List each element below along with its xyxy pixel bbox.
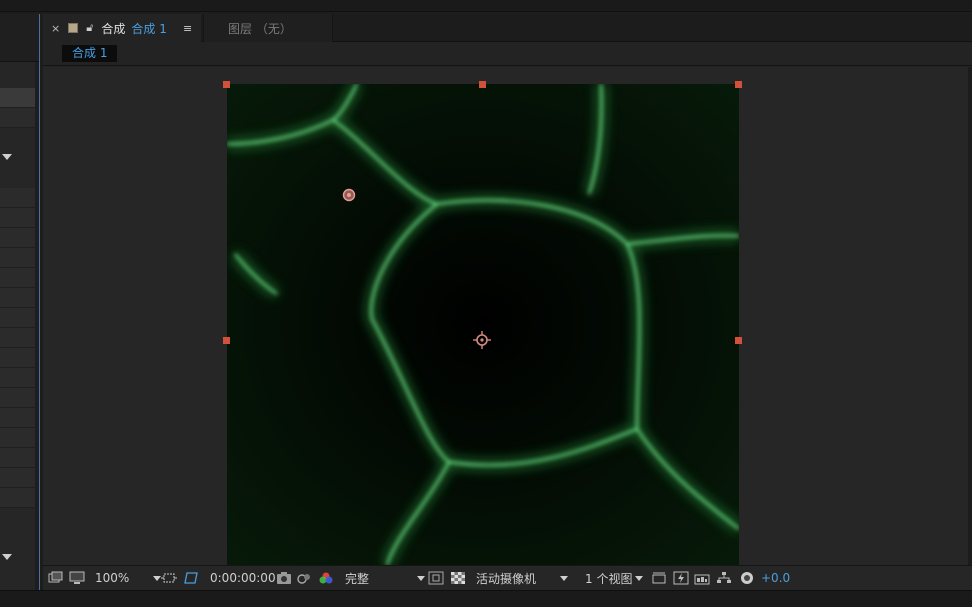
transform-handle-right[interactable] — [735, 337, 742, 344]
timeline-icon[interactable] — [694, 570, 710, 586]
flowchart-icon[interactable] — [716, 570, 732, 586]
always-preview-icon[interactable] — [48, 570, 64, 586]
region-icon[interactable] — [161, 570, 177, 586]
tab-layer[interactable]: 图层 （无） — [203, 14, 333, 42]
snapshot-icon[interactable] — [276, 570, 292, 586]
camera-dropdown[interactable]: 活动摄像机 — [476, 570, 569, 586]
resolution-dropdown[interactable]: 完整 — [345, 570, 426, 586]
tab-bar: × 🔓︎ 合成 合成 1 ≡ 图层 （无） — [43, 14, 972, 42]
project-item[interactable] — [0, 208, 36, 228]
project-item[interactable] — [0, 228, 36, 248]
bottom-strip — [0, 590, 972, 607]
exposure-value[interactable]: +0.0 — [761, 570, 790, 586]
lock-icon[interactable]: 🔓︎ — [86, 21, 93, 35]
transform-handle-top[interactable] — [479, 81, 486, 88]
breadcrumb[interactable]: 合成 1 — [62, 45, 118, 62]
menu-icon[interactable]: ≡ — [183, 22, 192, 35]
zoom-value: 100% — [95, 571, 130, 585]
color-channel-icon[interactable] — [318, 570, 334, 586]
project-item[interactable] — [0, 488, 36, 508]
transform-handle-left[interactable] — [223, 337, 230, 344]
project-item[interactable] — [0, 388, 36, 408]
show-snapshot-icon[interactable] — [296, 570, 312, 586]
project-item[interactable] — [0, 368, 36, 388]
project-panel-header — [0, 14, 39, 62]
chevron-down-icon[interactable] — [2, 554, 12, 560]
timecode[interactable]: 0:00:00:00 — [210, 570, 276, 586]
views-dropdown[interactable]: 1 个视图 — [585, 570, 644, 586]
chevron-down-icon — [417, 575, 426, 581]
project-item[interactable] — [0, 88, 36, 108]
project-item[interactable] — [0, 448, 36, 468]
viewer-toolbar: 100% 0:00:00:00 完整 活动摄像机 1 个视图 +0.0 — [43, 565, 972, 590]
mask-path-icon[interactable] — [183, 570, 199, 586]
monitor-icon[interactable] — [69, 570, 85, 586]
checkerboard-icon[interactable] — [450, 570, 466, 586]
project-item[interactable] — [0, 248, 36, 268]
fast-preview-icon[interactable] — [673, 570, 689, 586]
exposure-text: +0.0 — [761, 571, 791, 585]
tab-layer-label: 图层 （无） — [228, 21, 292, 36]
tab-composition[interactable]: × 🔓︎ 合成 合成 1 — [43, 14, 201, 42]
toggle-pixel-aspect-icon[interactable] — [651, 570, 667, 586]
viewer-scrollbar[interactable] — [968, 67, 972, 565]
project-panel — [0, 14, 40, 590]
caustics-render — [227, 84, 739, 565]
project-item[interactable] — [0, 348, 36, 368]
close-icon[interactable]: × — [51, 22, 60, 35]
transform-handle-top-right[interactable] — [735, 81, 742, 88]
composition-panel: × 🔓︎ 合成 合成 1 ≡ 图层 （无） 合成 1 100% 0:00:00:… — [43, 14, 972, 590]
project-item[interactable] — [0, 188, 36, 208]
project-item[interactable] — [0, 328, 36, 348]
tab-prefix: 合成 — [101, 21, 126, 36]
project-item[interactable] — [0, 108, 36, 128]
chevron-down-icon — [635, 575, 644, 581]
transform-handle-top-left[interactable] — [223, 81, 230, 88]
zoom-dropdown[interactable]: 100% — [95, 570, 162, 586]
camera-value: 活动摄像机 — [476, 571, 537, 586]
project-item[interactable] — [0, 288, 36, 308]
composition-canvas[interactable] — [227, 84, 739, 565]
reset-exposure-icon[interactable] — [739, 570, 755, 586]
project-item[interactable] — [0, 268, 36, 288]
effect-point-icon[interactable] — [342, 188, 356, 202]
project-item[interactable] — [0, 468, 36, 488]
project-scrollbar[interactable] — [35, 62, 39, 590]
chevron-down-icon — [560, 575, 569, 581]
tab-comp-name: 合成 1 — [131, 21, 167, 36]
composition-viewer[interactable] — [43, 67, 972, 565]
timecode-value: 0:00:00:00 — [210, 571, 276, 585]
project-item[interactable] — [0, 308, 36, 328]
anchor-point-icon[interactable] — [473, 331, 491, 349]
project-item[interactable] — [0, 408, 36, 428]
chevron-down-icon[interactable] — [2, 154, 12, 160]
project-item[interactable] — [0, 428, 36, 448]
region-of-interest-icon[interactable] — [428, 570, 444, 586]
label-color-swatch — [68, 23, 79, 33]
resolution-value: 完整 — [345, 571, 370, 586]
breadcrumb-bar: 合成 1 — [43, 42, 972, 66]
views-value: 1 个视图 — [585, 571, 633, 586]
top-strip — [0, 0, 972, 12]
